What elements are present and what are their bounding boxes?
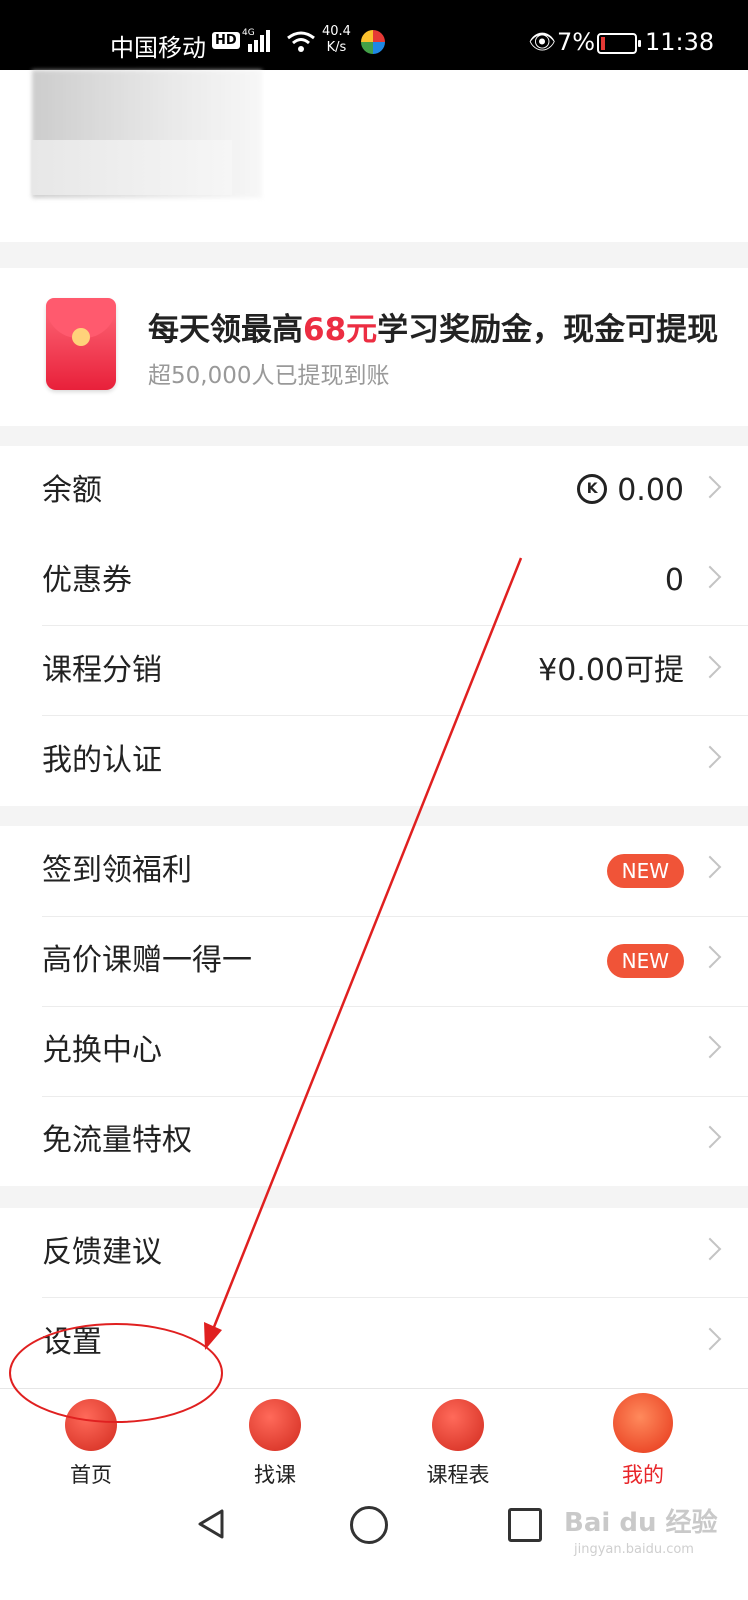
menu-item-balance[interactable]: 余额 K 0.00 bbox=[0, 446, 748, 536]
ox-mascot-icon bbox=[613, 1393, 673, 1453]
carrier-name: 中国移动 bbox=[110, 34, 206, 62]
support-group: 反馈建议 设置 bbox=[0, 1208, 748, 1388]
app-notification-icon bbox=[361, 30, 385, 54]
tab-mine[interactable]: 我的 bbox=[583, 1389, 703, 1493]
menu-item-free-data[interactable]: 免流量特权 bbox=[0, 1096, 748, 1186]
coin-icon: K bbox=[577, 473, 608, 504]
svg-text:4G: 4G bbox=[242, 28, 255, 38]
home-gate-icon bbox=[65, 1399, 117, 1451]
coupon-count: 0 bbox=[664, 563, 684, 598]
menu-item-feedback[interactable]: 反馈建议 bbox=[0, 1208, 748, 1298]
menu-item-checkin[interactable]: 签到领福利 NEW bbox=[0, 826, 748, 916]
red-envelope-icon bbox=[46, 298, 116, 390]
chevron-right-icon bbox=[698, 1035, 722, 1059]
cursor-icon bbox=[249, 1399, 301, 1451]
chevron-right-icon bbox=[698, 655, 722, 679]
menu-item-settings[interactable]: 设置 bbox=[0, 1298, 748, 1388]
eye-comfort-icon: 👁 bbox=[528, 30, 556, 55]
tab-schedule[interactable]: 课程表 bbox=[398, 1389, 518, 1493]
chevron-right-icon bbox=[698, 745, 722, 769]
divider bbox=[42, 1006, 748, 1007]
divider bbox=[42, 916, 748, 917]
new-badge: NEW bbox=[606, 854, 684, 888]
bottom-tab-bar: 首页 找课 课程表 我的 bbox=[0, 1388, 748, 1493]
chevron-right-icon bbox=[698, 1327, 722, 1351]
menu-item-premium-course-gift[interactable]: 高价课赠一得一 NEW bbox=[0, 916, 748, 1006]
home-icon[interactable] bbox=[350, 1506, 388, 1544]
hd-icon: HD bbox=[212, 32, 240, 49]
chevron-right-icon bbox=[698, 1237, 722, 1261]
tab-find-course[interactable]: 找课 bbox=[215, 1389, 335, 1493]
menu-item-certification[interactable]: 我的认证 bbox=[0, 716, 748, 806]
tab-home[interactable]: 首页 bbox=[31, 1389, 151, 1493]
lantern-icon bbox=[432, 1399, 484, 1451]
menu-item-coupons[interactable]: 优惠券 0 bbox=[0, 536, 748, 626]
menu-item-distribution[interactable]: 课程分销 ¥0.00可提 bbox=[0, 626, 748, 716]
menu-item-redeem-center[interactable]: 兑换中心 bbox=[0, 1006, 748, 1096]
recent-apps-icon[interactable] bbox=[508, 1508, 542, 1542]
promo-subtitle: 超50,000人已提现到账 bbox=[148, 363, 390, 389]
system-nav-bar: Bai du 经验 jingyan.baidu.com bbox=[0, 1492, 748, 1600]
chevron-right-icon bbox=[698, 475, 722, 499]
divider bbox=[42, 1096, 748, 1097]
status-bar: 中国移动 HD 4G 40.4 K/s 👁 7% 11:38 bbox=[0, 0, 748, 70]
new-badge: NEW bbox=[606, 944, 684, 978]
back-icon[interactable] bbox=[196, 1508, 226, 1540]
blurred-username bbox=[32, 140, 232, 195]
distribution-value: ¥0.00可提 bbox=[538, 653, 684, 688]
clock: 11:38 bbox=[645, 28, 715, 56]
benefits-group: 签到领福利 NEW 高价课赠一得一 NEW 兑换中心 免流量特权 bbox=[0, 826, 748, 1186]
battery-icon bbox=[597, 33, 641, 54]
signal-icon: 4G bbox=[242, 28, 270, 52]
battery-percent: 7% bbox=[557, 28, 596, 56]
watermark-logo: Bai du 经验 bbox=[564, 1508, 718, 1538]
chevron-right-icon bbox=[698, 945, 722, 969]
wifi-icon bbox=[287, 31, 315, 52]
wallet-group: 余额 K 0.00 优惠券 0 课程分销 ¥0.00可提 我的认证 bbox=[0, 446, 748, 806]
chevron-right-icon bbox=[698, 855, 722, 879]
balance-value: 0.00 bbox=[617, 473, 684, 508]
chevron-right-icon bbox=[698, 1125, 722, 1149]
profile-header[interactable] bbox=[0, 70, 748, 242]
promo-title: 每天领最高68元学习奖励金，现金可提现 bbox=[148, 312, 719, 348]
reward-promo-banner[interactable]: 每天领最高68元学习奖励金，现金可提现 超50,000人已提现到账 bbox=[0, 268, 748, 426]
chevron-right-icon bbox=[698, 565, 722, 589]
watermark-url: jingyan.baidu.com bbox=[574, 1542, 694, 1557]
network-speed: 40.4 K/s bbox=[322, 24, 351, 55]
